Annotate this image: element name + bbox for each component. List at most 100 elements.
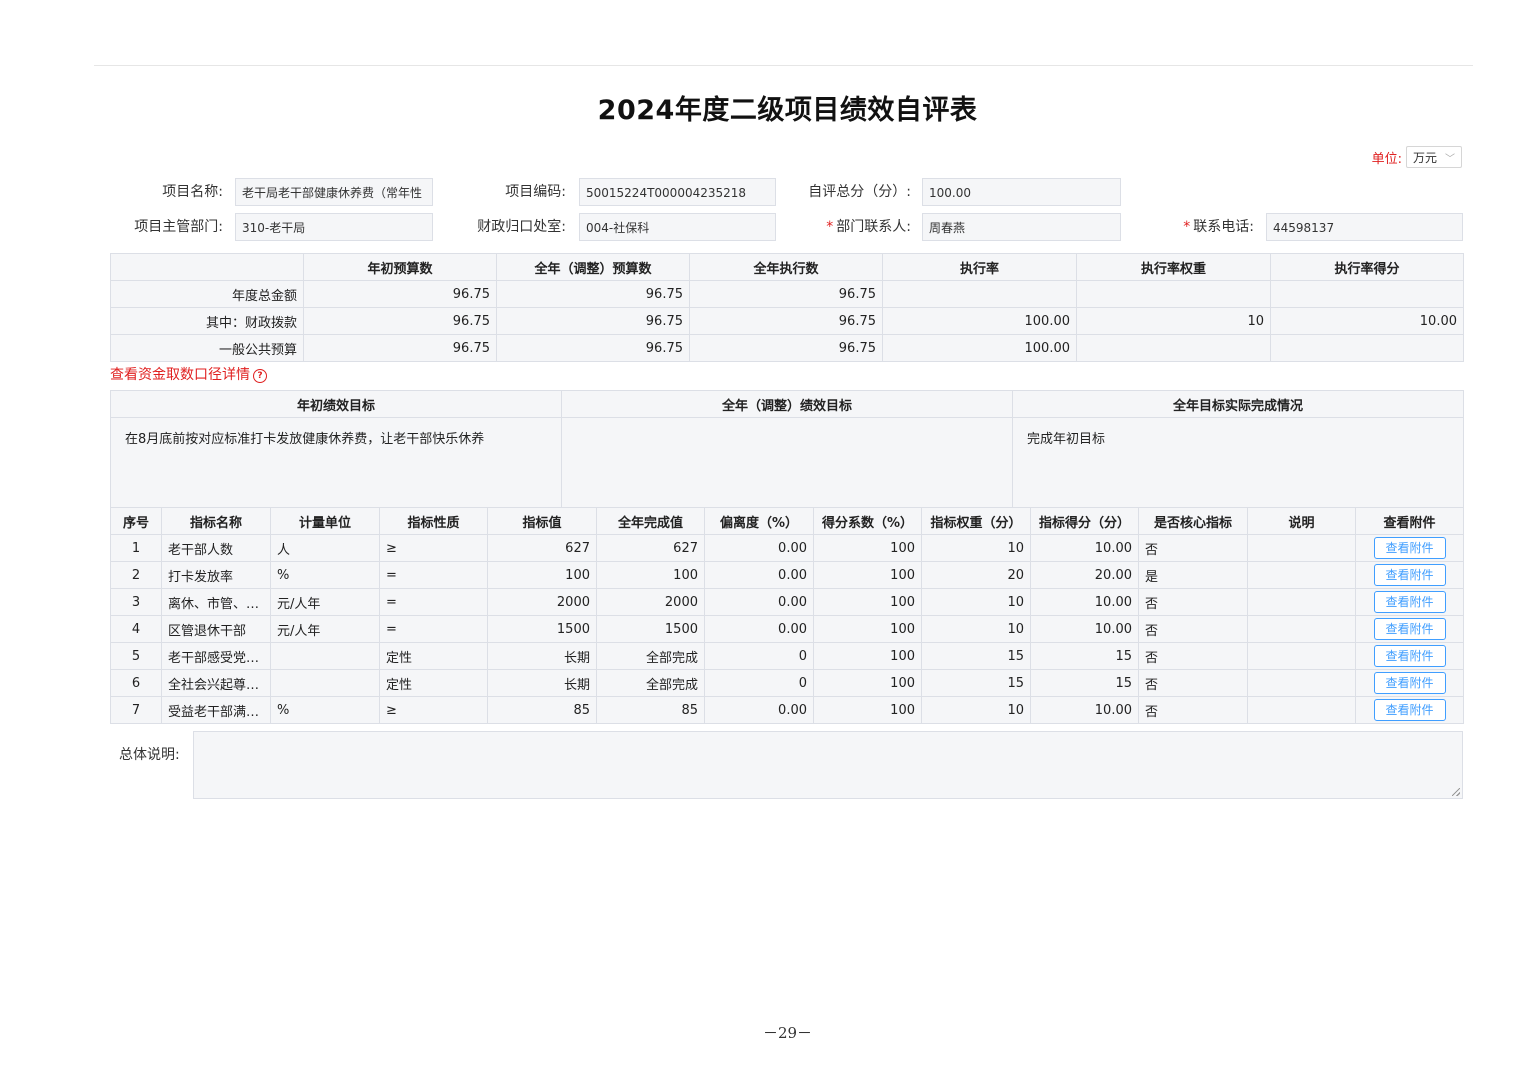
indicator-cell-name: 受益老干部满… <box>161 696 271 724</box>
budget-header: 执行率得分 <box>1270 253 1464 281</box>
view-attachment-button[interactable]: 查看附件 <box>1373 699 1446 721</box>
project-name-field[interactable]: 老干局老干部健康休养费（常年性 <box>235 178 433 206</box>
budget-row: 一般公共预算 96.75 96.75 96.75 100.00 <box>110 334 1464 362</box>
indicator-cell-note <box>1247 561 1356 589</box>
summary-label: 总体说明: <box>119 747 180 763</box>
budget-cell <box>1076 280 1271 308</box>
help-circle-icon: ? <box>253 369 267 383</box>
budget-cell: 96.75 <box>496 307 690 335</box>
indicator-cell-deviation: 0.00 <box>704 696 814 724</box>
indicator-cell-core: 否 <box>1138 588 1248 616</box>
indicator-cell-note <box>1247 642 1356 670</box>
indicator-header: 查看附件 <box>1355 507 1464 535</box>
indicator-cell-target: 1500 <box>487 615 597 643</box>
budget-cell: 96.75 <box>689 280 883 308</box>
indicator-cell-name: 老干部感受党… <box>161 642 271 670</box>
view-attachment-button[interactable]: 查看附件 <box>1373 564 1446 586</box>
indicator-cell-score: 10.00 <box>1030 615 1139 643</box>
fund-detail-link[interactable]: 查看资金取数口径详情? <box>110 364 267 384</box>
indicator-header: 指标权重（分） <box>921 507 1031 535</box>
unit-select[interactable]: 万元 ﹀ <box>1406 146 1462 168</box>
indicator-cell-target: 长期 <box>487 642 597 670</box>
contact-person-field[interactable]: 周春燕 <box>922 213 1121 241</box>
view-attachment-button[interactable]: 查看附件 <box>1373 645 1446 667</box>
indicator-cell-core: 是 <box>1138 561 1248 589</box>
view-attachment-button[interactable]: 查看附件 <box>1373 618 1446 640</box>
view-attachment-button[interactable]: 查看附件 <box>1373 591 1446 613</box>
budget-row: 年度总金额 96.75 96.75 96.75 <box>110 280 1464 308</box>
indicator-cell-deviation: 0 <box>704 669 814 697</box>
goals-row: 在8月底前按对应标准打卡发放健康休养费，让老干部快乐休养 完成年初目标 <box>110 417 1464 521</box>
indicator-header: 计量单位 <box>270 507 380 535</box>
project-name-label: 项目名称: <box>162 184 223 200</box>
indicator-cell-coef: 100 <box>813 588 922 616</box>
budget-cell <box>1076 334 1271 362</box>
indicator-cell-weight: 15 <box>921 669 1031 697</box>
budget-cell <box>882 280 1077 308</box>
budget-cell: 100.00 <box>882 334 1077 362</box>
indicator-cell-deviation: 0.00 <box>704 615 814 643</box>
contact-phone-label: * 联系电话: <box>1183 219 1254 235</box>
budget-row: 其中：财政拨款 96.75 96.75 96.75 100.00 10 10.0… <box>110 307 1464 335</box>
indicator-cell-no: 1 <box>110 534 162 562</box>
indicator-header: 是否核心指标 <box>1138 507 1248 535</box>
indicator-cell-coef: 100 <box>813 561 922 589</box>
summary-textarea[interactable] <box>193 731 1463 799</box>
indicator-cell-unit: 元/人年 <box>270 588 380 616</box>
top-divider <box>94 65 1473 66</box>
indicator-cell-note <box>1247 696 1356 724</box>
indicator-cell-attachment: 查看附件 <box>1355 534 1464 562</box>
indicator-cell-coef: 100 <box>813 696 922 724</box>
budget-cell: 96.75 <box>303 334 497 362</box>
indicator-header: 序号 <box>110 507 162 535</box>
budget-header-row: 年初预算数 全年（调整）预算数 全年执行数 执行率 执行率权重 执行率得分 <box>110 253 1464 281</box>
indicator-cell-nature: 定性 <box>379 669 488 697</box>
actual-completion-text: 完成年初目标 <box>1012 417 1464 521</box>
resize-handle-icon[interactable] <box>1452 788 1460 796</box>
project-code-label: 项目编码: <box>505 184 566 200</box>
indicator-header: 指标值 <box>487 507 597 535</box>
goals-header: 全年目标实际完成情况 <box>1012 390 1464 418</box>
department-field[interactable]: 310-老干局 <box>235 213 433 241</box>
indicator-cell-target: 长期 <box>487 669 597 697</box>
indicator-cell-attachment: 查看附件 <box>1355 669 1464 697</box>
department-label: 项目主管部门: <box>134 219 223 235</box>
indicator-row: 3 离休、市管、… 元/人年 = 2000 2000 0.00 100 10 10.00 否查看附件 <box>110 588 1464 616</box>
indicator-cell-core: 否 <box>1138 615 1248 643</box>
view-attachment-button[interactable]: 查看附件 <box>1373 672 1446 694</box>
indicator-cell-core: 否 <box>1138 534 1248 562</box>
indicator-row: 7 受益老干部满…% ≥85 85 0.00 100 10 10.00 否查看附件 <box>110 696 1464 724</box>
page-number: －29－ <box>762 1024 813 1042</box>
indicator-cell-attachment: 查看附件 <box>1355 615 1464 643</box>
indicator-cell-no: 6 <box>110 669 162 697</box>
finance-office-field[interactable]: 004-社保科 <box>579 213 776 241</box>
budget-cell: 96.75 <box>303 280 497 308</box>
view-attachment-button[interactable]: 查看附件 <box>1373 537 1446 559</box>
indicator-header: 指标得分（分） <box>1030 507 1139 535</box>
budget-row-label: 其中：财政拨款 <box>110 307 304 335</box>
budget-cell <box>1270 334 1464 362</box>
contact-phone-field[interactable]: 44598137 <box>1266 213 1463 241</box>
indicator-cell-score: 10.00 <box>1030 696 1139 724</box>
indicator-cell-no: 4 <box>110 615 162 643</box>
indicator-header: 偏离度（%） <box>704 507 814 535</box>
indicator-cell-score: 10.00 <box>1030 588 1139 616</box>
budget-cell: 10.00 <box>1270 307 1464 335</box>
indicator-cell-note <box>1247 534 1356 562</box>
indicator-cell-core: 否 <box>1138 696 1248 724</box>
required-asterisk: * <box>1183 219 1191 235</box>
indicator-cell-weight: 10 <box>921 588 1031 616</box>
project-code-field[interactable]: 50015224T000004235218 <box>579 178 776 206</box>
total-score-field[interactable]: 100.00 <box>922 178 1121 206</box>
indicator-cell-unit: 元/人年 <box>270 615 380 643</box>
indicator-cell-weight: 20 <box>921 561 1031 589</box>
indicator-cell-actual: 85 <box>596 696 705 724</box>
indicator-cell-note <box>1247 669 1356 697</box>
unit-select-value: 万元 <box>1413 150 1438 165</box>
goals-table: 年初绩效目标 全年（调整）绩效目标 全年目标实际完成情况 在8月底前按对应标准打… <box>110 390 1464 521</box>
goals-header: 年初绩效目标 <box>110 390 562 418</box>
indicator-cell-actual: 2000 <box>596 588 705 616</box>
budget-header: 执行率权重 <box>1076 253 1271 281</box>
budget-header-blank <box>110 253 304 281</box>
goals-header-row: 年初绩效目标 全年（调整）绩效目标 全年目标实际完成情况 <box>110 390 1464 418</box>
